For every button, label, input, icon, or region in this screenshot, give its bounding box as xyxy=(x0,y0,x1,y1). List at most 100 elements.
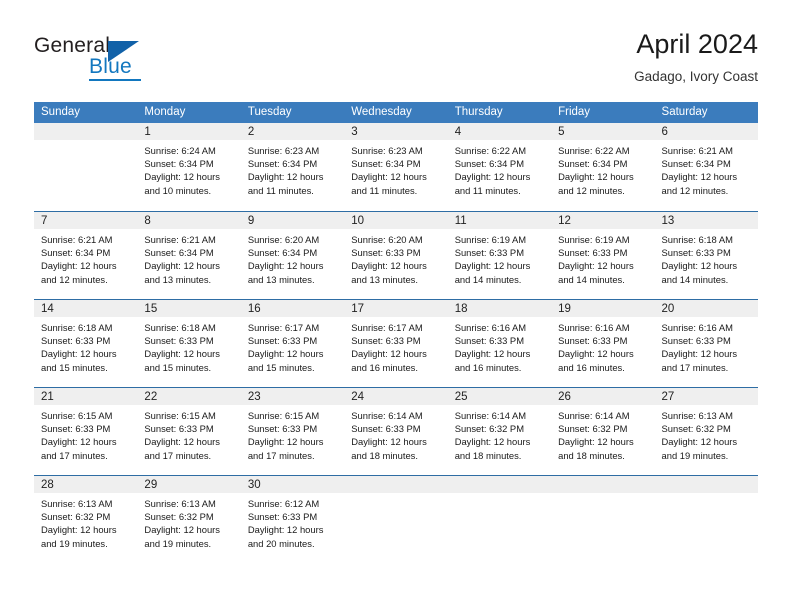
sunset-text: Sunset: 6:33 PM xyxy=(247,423,318,435)
day-details: Sunrise: 6:18 AM Sunset: 6:33 PM Daylight:… xyxy=(137,317,240,374)
day-details: Sunrise: 6:19 AM Sunset: 6:33 PM Daylight:… xyxy=(448,229,551,286)
day-number: 4 xyxy=(447,123,552,140)
sunset-text: Sunset: 6:33 PM xyxy=(351,423,421,435)
day-cell-inner: 16 Sunrise: 6:17 AM Sunset: 6:33 PM Dayligh… xyxy=(240,299,345,387)
sunrise-text: Sunrise: 6:16 AM xyxy=(558,322,630,333)
weekday-header-friday: Friday xyxy=(551,102,655,123)
sunset-text: Sunset: 6:34 PM xyxy=(247,158,318,170)
daylight-text-line2: and 15 minutes. xyxy=(41,361,108,373)
calendar-day-cell[interactable]: 11 Sunrise: 6:19 AM Sunset: 6:33 PM Dayligh… xyxy=(447,211,552,299)
sunset-text: Sunset: 6:33 PM xyxy=(454,335,524,347)
day-details: Sunrise: 6:24 AM Sunset: 6:34 PM Daylight:… xyxy=(137,140,240,197)
calendar-day-cell[interactable]: 10 Sunrise: 6:20 AM Sunset: 6:33 PM Dayligh… xyxy=(344,211,448,299)
calendar-day-cell[interactable] xyxy=(344,475,448,563)
calendar-day-cell[interactable] xyxy=(654,475,758,563)
calendar-day-cell[interactable]: 13 Sunrise: 6:18 AM Sunset: 6:33 PM Dayligh… xyxy=(654,211,758,299)
calendar-day-cell[interactable]: 2 Sunrise: 6:23 AM Sunset: 6:34 PM Daylight… xyxy=(240,123,345,211)
calendar-day-cell[interactable]: 5 Sunrise: 6:22 AM Sunset: 6:34 PM Daylight… xyxy=(551,123,655,211)
calendar-day-cell[interactable]: 15 Sunrise: 6:18 AM Sunset: 6:33 PM Dayligh… xyxy=(137,299,241,387)
sunset-text: Sunset: 6:33 PM xyxy=(41,335,111,347)
sunset-text: Sunset: 6:33 PM xyxy=(454,247,524,259)
day-number: 15 xyxy=(137,300,241,317)
calendar-day-cell[interactable]: 4 Sunrise: 6:22 AM Sunset: 6:34 PM Daylight… xyxy=(447,123,552,211)
sunset-text: Sunset: 6:33 PM xyxy=(144,423,214,435)
sunrise-text: Sunrise: 6:24 AM xyxy=(144,145,216,156)
day-number: 8 xyxy=(137,212,241,229)
calendar-day-cell[interactable]: 9 Sunrise: 6:20 AM Sunset: 6:34 PM Daylight… xyxy=(240,211,345,299)
calendar-day-cell[interactable]: 29 Sunrise: 6:13 AM Sunset: 6:32 PM Dayligh… xyxy=(137,475,241,563)
sunset-text: Sunset: 6:32 PM xyxy=(661,423,731,435)
title-block: April 2024 Gadago, Ivory Coast xyxy=(634,28,758,86)
day-cell-inner: 20 Sunrise: 6:16 AM Sunset: 6:33 PM Dayligh… xyxy=(654,299,758,387)
brand-logo[interactable]: General Blue xyxy=(34,34,234,86)
calendar-day-cell[interactable]: 27 Sunrise: 6:13 AM Sunset: 6:32 PM Dayligh… xyxy=(654,387,758,475)
day-details: Sunrise: 6:14 AM Sunset: 6:33 PM Daylight:… xyxy=(344,405,447,462)
calendar-day-cell[interactable]: 7 Sunrise: 6:21 AM Sunset: 6:34 PM Daylight… xyxy=(34,211,138,299)
day-cell-inner: 6 Sunrise: 6:21 AM Sunset: 6:34 PM Daylight… xyxy=(654,123,758,211)
sunrise-text: Sunrise: 6:19 AM xyxy=(558,234,630,245)
day-number: 6 xyxy=(654,123,758,140)
sunrise-text: Sunrise: 6:23 AM xyxy=(351,145,423,156)
sunrise-text: Sunrise: 6:22 AM xyxy=(454,145,527,156)
sunrise-text: Sunrise: 6:13 AM xyxy=(144,498,216,509)
day-cell-inner: 26 Sunrise: 6:14 AM Sunset: 6:32 PM Dayligh… xyxy=(551,387,655,475)
daylight-text-line1: Daylight: 12 hours xyxy=(247,348,324,360)
daylight-text-line1: Daylight: 12 hours xyxy=(41,524,117,536)
daylight-text-line2: and 17 minutes. xyxy=(661,361,729,373)
day-number: 2 xyxy=(240,123,345,140)
calendar-day-cell[interactable]: 17 Sunrise: 6:17 AM Sunset: 6:33 PM Dayligh… xyxy=(344,299,448,387)
day-number: 17 xyxy=(344,300,448,317)
sunset-text: Sunset: 6:32 PM xyxy=(454,423,524,435)
daylight-text-line1: Daylight: 12 hours xyxy=(454,260,531,272)
calendar-day-cell[interactable]: 30 Sunrise: 6:12 AM Sunset: 6:33 PM Dayligh… xyxy=(240,475,345,563)
calendar-day-cell[interactable]: 14 Sunrise: 6:18 AM Sunset: 6:33 PM Dayligh… xyxy=(34,299,138,387)
daylight-text-line2: and 11 minutes. xyxy=(454,184,521,196)
daylight-text-line1: Daylight: 12 hours xyxy=(247,436,324,448)
daylight-text-line1: Daylight: 12 hours xyxy=(144,524,220,536)
sunrise-text: Sunrise: 6:22 AM xyxy=(558,145,630,156)
daylight-text-line2: and 14 minutes. xyxy=(454,273,522,285)
calendar-day-cell[interactable]: 21 Sunrise: 6:15 AM Sunset: 6:33 PM Dayligh… xyxy=(34,387,138,475)
sunrise-text: Sunrise: 6:14 AM xyxy=(351,410,423,421)
day-cell-inner: 3 Sunrise: 6:23 AM Sunset: 6:34 PM Daylight… xyxy=(344,123,448,211)
calendar-week-row: 28 Sunrise: 6:13 AM Sunset: 6:32 PM Dayligh… xyxy=(34,475,758,563)
sunset-text: Sunset: 6:34 PM xyxy=(144,247,214,259)
daylight-text-line2: and 16 minutes. xyxy=(351,361,418,373)
calendar-day-cell[interactable]: 22 Sunrise: 6:15 AM Sunset: 6:33 PM Dayligh… xyxy=(137,387,241,475)
daylight-text-line2: and 13 minutes. xyxy=(351,273,418,285)
calendar-day-cell[interactable]: 20 Sunrise: 6:16 AM Sunset: 6:33 PM Dayligh… xyxy=(654,299,758,387)
day-details: Sunrise: 6:15 AM Sunset: 6:33 PM Daylight:… xyxy=(241,405,344,462)
calendar-day-cell[interactable]: 8 Sunrise: 6:21 AM Sunset: 6:34 PM Daylight… xyxy=(137,211,241,299)
daylight-text-line1: Daylight: 12 hours xyxy=(558,348,634,360)
day-cell-inner: 27 Sunrise: 6:13 AM Sunset: 6:32 PM Dayligh… xyxy=(654,387,758,475)
sunset-text: Sunset: 6:34 PM xyxy=(351,158,421,170)
day-cell-inner: 7 Sunrise: 6:21 AM Sunset: 6:34 PM Daylight… xyxy=(34,211,138,299)
calendar-week-row: 7 Sunrise: 6:21 AM Sunset: 6:34 PM Daylight… xyxy=(34,211,758,299)
sunrise-text: Sunrise: 6:12 AM xyxy=(247,498,320,509)
day-number: 30 xyxy=(240,476,345,493)
day-details: Sunrise: 6:13 AM Sunset: 6:32 PM Daylight:… xyxy=(34,493,137,550)
calendar-day-cell[interactable]: 1 Sunrise: 6:24 AM Sunset: 6:34 PM Daylight… xyxy=(137,123,241,211)
calendar-day-cell[interactable]: 19 Sunrise: 6:16 AM Sunset: 6:33 PM Dayligh… xyxy=(551,299,655,387)
day-details: Sunrise: 6:21 AM Sunset: 6:34 PM Daylight:… xyxy=(137,229,240,286)
day-details: Sunrise: 6:21 AM Sunset: 6:34 PM Daylight:… xyxy=(34,229,137,286)
calendar-day-cell[interactable] xyxy=(34,123,138,211)
calendar-day-cell[interactable] xyxy=(551,475,655,563)
day-cell-inner: 14 Sunrise: 6:18 AM Sunset: 6:33 PM Dayligh… xyxy=(34,299,138,387)
calendar-day-cell[interactable] xyxy=(447,475,552,563)
calendar-day-cell[interactable]: 12 Sunrise: 6:19 AM Sunset: 6:33 PM Dayligh… xyxy=(551,211,655,299)
calendar-day-cell[interactable]: 25 Sunrise: 6:14 AM Sunset: 6:32 PM Dayligh… xyxy=(447,387,552,475)
calendar-day-cell[interactable]: 26 Sunrise: 6:14 AM Sunset: 6:32 PM Dayligh… xyxy=(551,387,655,475)
calendar-day-cell[interactable]: 28 Sunrise: 6:13 AM Sunset: 6:32 PM Dayligh… xyxy=(34,475,138,563)
calendar-day-cell[interactable]: 23 Sunrise: 6:15 AM Sunset: 6:33 PM Dayligh… xyxy=(240,387,345,475)
calendar-day-cell[interactable]: 6 Sunrise: 6:21 AM Sunset: 6:34 PM Daylight… xyxy=(654,123,758,211)
sunset-text: Sunset: 6:33 PM xyxy=(661,335,731,347)
calendar-day-cell[interactable]: 16 Sunrise: 6:17 AM Sunset: 6:33 PM Dayligh… xyxy=(240,299,345,387)
page-title: April 2024 xyxy=(636,29,758,59)
daylight-text-line2: and 20 minutes. xyxy=(247,537,315,549)
calendar-day-cell[interactable]: 3 Sunrise: 6:23 AM Sunset: 6:34 PM Daylight… xyxy=(344,123,448,211)
calendar-day-cell[interactable]: 18 Sunrise: 6:16 AM Sunset: 6:33 PM Dayligh… xyxy=(447,299,552,387)
calendar-day-cell[interactable]: 24 Sunrise: 6:14 AM Sunset: 6:33 PM Dayligh… xyxy=(344,387,448,475)
day-cell-inner: 5 Sunrise: 6:22 AM Sunset: 6:34 PM Daylight… xyxy=(551,123,655,211)
daylight-text-line1: Daylight: 12 hours xyxy=(144,260,220,272)
